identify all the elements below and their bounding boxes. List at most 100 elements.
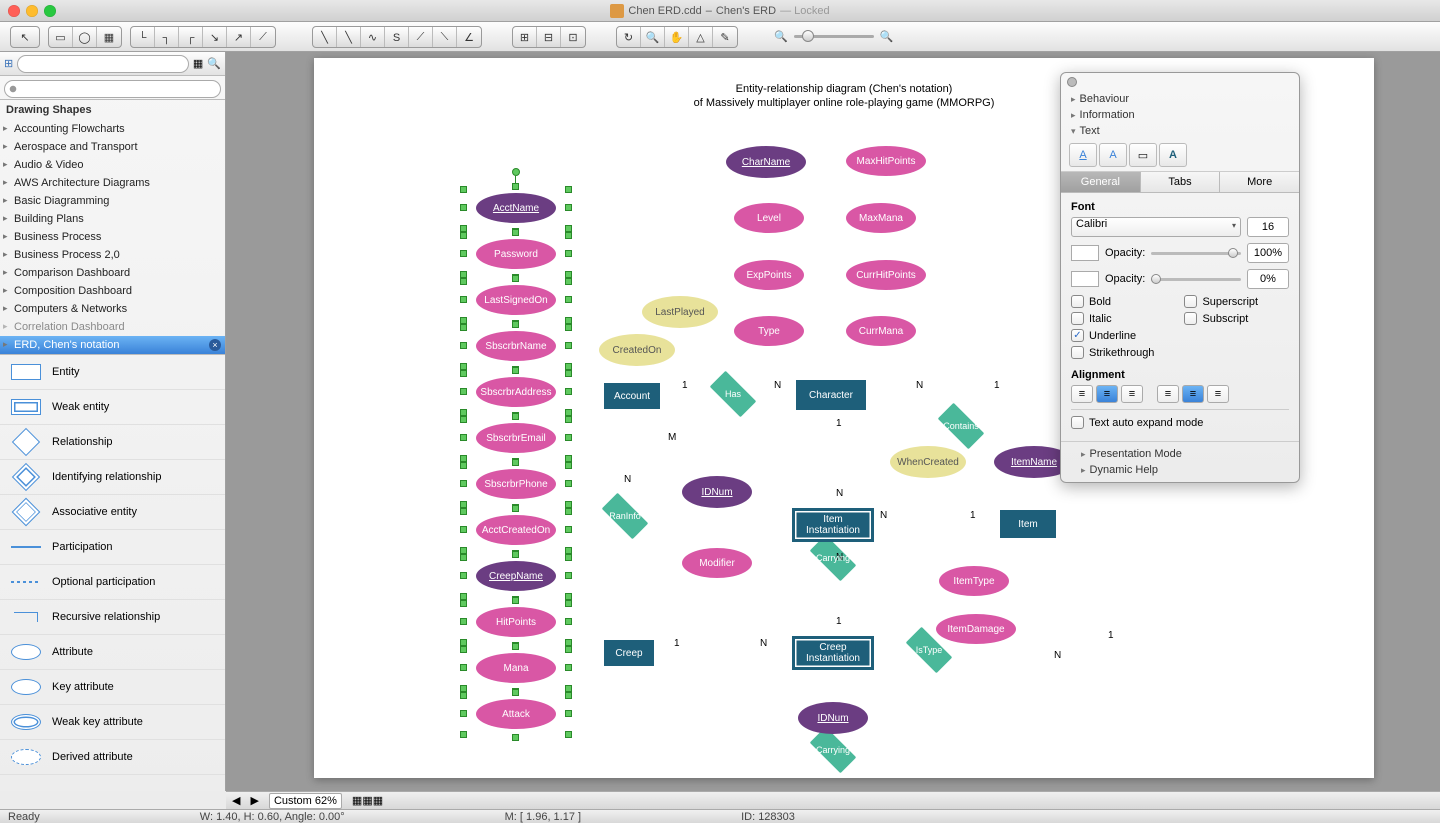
resize-handle[interactable]: [460, 232, 467, 239]
section-text[interactable]: Text: [1061, 123, 1299, 139]
resize-handle[interactable]: [565, 278, 572, 285]
angle-tool-1[interactable]: ⟋: [409, 27, 433, 48]
shape-optional-participation[interactable]: Optional participation: [0, 565, 225, 600]
attr-type[interactable]: Type: [734, 316, 804, 346]
resize-handle[interactable]: [460, 462, 467, 469]
resize-handle[interactable]: [565, 526, 572, 533]
resize-handle[interactable]: [565, 324, 572, 331]
selected-attr[interactable]: SbscrbrAddress: [476, 377, 556, 407]
resize-handle[interactable]: [512, 229, 519, 236]
entity-creep-instantiation[interactable]: Creep Instantiation: [792, 636, 874, 670]
zoom-slider[interactable]: [794, 35, 874, 38]
check-underline[interactable]: ✓Underline: [1071, 329, 1154, 342]
shape-attribute[interactable]: Attribute: [0, 635, 225, 670]
rel-raninfo[interactable]: RanInfo: [594, 500, 656, 532]
resize-handle[interactable]: [565, 508, 572, 515]
library-item[interactable]: Audio & Video: [0, 156, 225, 174]
selected-attr-row[interactable]: Attack: [464, 696, 568, 734]
resize-handle[interactable]: [460, 554, 467, 561]
resize-handle[interactable]: [460, 455, 467, 462]
resize-handle[interactable]: [460, 225, 467, 232]
resize-handle[interactable]: [565, 692, 572, 699]
connector-6[interactable]: ⟋: [251, 27, 275, 48]
resize-handle[interactable]: [512, 367, 519, 374]
selected-attr[interactable]: HitPoints: [476, 607, 556, 637]
resize-handle[interactable]: [565, 554, 572, 561]
resize-handle[interactable]: [460, 501, 467, 508]
resize-handle[interactable]: [565, 363, 572, 370]
resize-handle[interactable]: [512, 183, 519, 190]
resize-handle[interactable]: [565, 409, 572, 416]
valign-bottom[interactable]: ≡: [1207, 385, 1229, 403]
attr-maxmana[interactable]: MaxMana: [846, 203, 916, 233]
attr-maxhit[interactable]: MaxHitPoints: [846, 146, 926, 176]
panel-close-icon[interactable]: [1067, 77, 1077, 87]
resize-handle[interactable]: [565, 480, 572, 487]
check-strikethrough[interactable]: Strikethrough: [1071, 346, 1154, 359]
check-auto-expand[interactable]: Text auto expand mode: [1071, 416, 1289, 429]
rel-istype[interactable]: IsType: [898, 634, 960, 666]
resize-handle[interactable]: [460, 646, 467, 653]
resize-handle[interactable]: [512, 459, 519, 466]
tree-toggle-icon[interactable]: ⊞: [4, 57, 13, 70]
selected-attr-row[interactable]: SbscrbrPhone: [464, 466, 568, 504]
resize-handle[interactable]: [565, 204, 572, 211]
resize-handle[interactable]: [460, 710, 467, 717]
resize-handle[interactable]: [512, 505, 519, 512]
attr-idnum2[interactable]: IDNum: [798, 702, 868, 734]
attr-createdon[interactable]: CreatedOn: [599, 334, 675, 366]
resize-handle[interactable]: [565, 710, 572, 717]
resize-handle[interactable]: [565, 685, 572, 692]
shape-identifying-relationship[interactable]: Identifying relationship: [0, 460, 225, 495]
refresh-tool[interactable]: ↻: [617, 27, 641, 48]
opacity-slider-1[interactable]: [1151, 252, 1241, 255]
resize-handle[interactable]: [460, 526, 467, 533]
resize-handle[interactable]: [512, 321, 519, 328]
close-window-button[interactable]: [8, 5, 20, 17]
resize-handle[interactable]: [565, 646, 572, 653]
selected-attr[interactable]: SbscrbrPhone: [476, 469, 556, 499]
resize-handle[interactable]: [565, 462, 572, 469]
resize-handle[interactable]: [512, 734, 519, 741]
selected-attr[interactable]: Password: [476, 239, 556, 269]
resize-handle[interactable]: [565, 416, 572, 423]
scroll-right-icon[interactable]: ▶: [250, 794, 258, 807]
resize-handle[interactable]: [565, 639, 572, 646]
tab-more[interactable]: More: [1220, 172, 1299, 192]
tree-tool-1[interactable]: ⊞: [513, 27, 537, 48]
opacity-value-2[interactable]: 0%: [1247, 269, 1289, 289]
library-item[interactable]: Accounting Flowcharts: [0, 120, 225, 138]
section-dynamic-help[interactable]: Dynamic Help: [1071, 462, 1289, 478]
resize-handle[interactable]: [512, 413, 519, 420]
selected-attr[interactable]: SbscrbrEmail: [476, 423, 556, 453]
attr-currhit[interactable]: CurrHitPoints: [846, 260, 926, 290]
check-subscript[interactable]: Subscript: [1184, 312, 1258, 325]
resize-handle[interactable]: [460, 370, 467, 377]
tab-tabs[interactable]: Tabs: [1141, 172, 1221, 192]
attr-currmana[interactable]: CurrMana: [846, 316, 916, 346]
library-item[interactable]: Business Process 2,0: [0, 246, 225, 264]
resize-handle[interactable]: [512, 643, 519, 650]
library-item[interactable]: Basic Diagramming: [0, 192, 225, 210]
selected-attr[interactable]: LastSignedOn: [476, 285, 556, 315]
resize-handle[interactable]: [512, 689, 519, 696]
selected-attr-row[interactable]: SbscrbrAddress: [464, 374, 568, 412]
resize-handle[interactable]: [460, 639, 467, 646]
resize-handle[interactable]: [460, 508, 467, 515]
shape-participation[interactable]: Participation: [0, 530, 225, 565]
entity-character[interactable]: Character: [796, 380, 866, 410]
shape-entity[interactable]: Entity: [0, 355, 225, 390]
connector-3[interactable]: ┌: [179, 27, 203, 48]
text-box-icon[interactable]: ▭: [1129, 143, 1157, 167]
resize-handle[interactable]: [565, 434, 572, 441]
resize-handle[interactable]: [460, 363, 467, 370]
rotate-handle[interactable]: [512, 168, 520, 176]
section-behaviour[interactable]: Behaviour: [1061, 91, 1299, 107]
rectangle-tool[interactable]: ▭: [49, 27, 73, 48]
check-superscript[interactable]: Superscript: [1184, 295, 1258, 308]
zoom-field[interactable]: Custom 62%: [269, 793, 342, 809]
library-filter-input[interactable]: [4, 80, 221, 98]
resize-handle[interactable]: [565, 271, 572, 278]
resize-handle[interactable]: [565, 501, 572, 508]
resize-handle[interactable]: [460, 600, 467, 607]
